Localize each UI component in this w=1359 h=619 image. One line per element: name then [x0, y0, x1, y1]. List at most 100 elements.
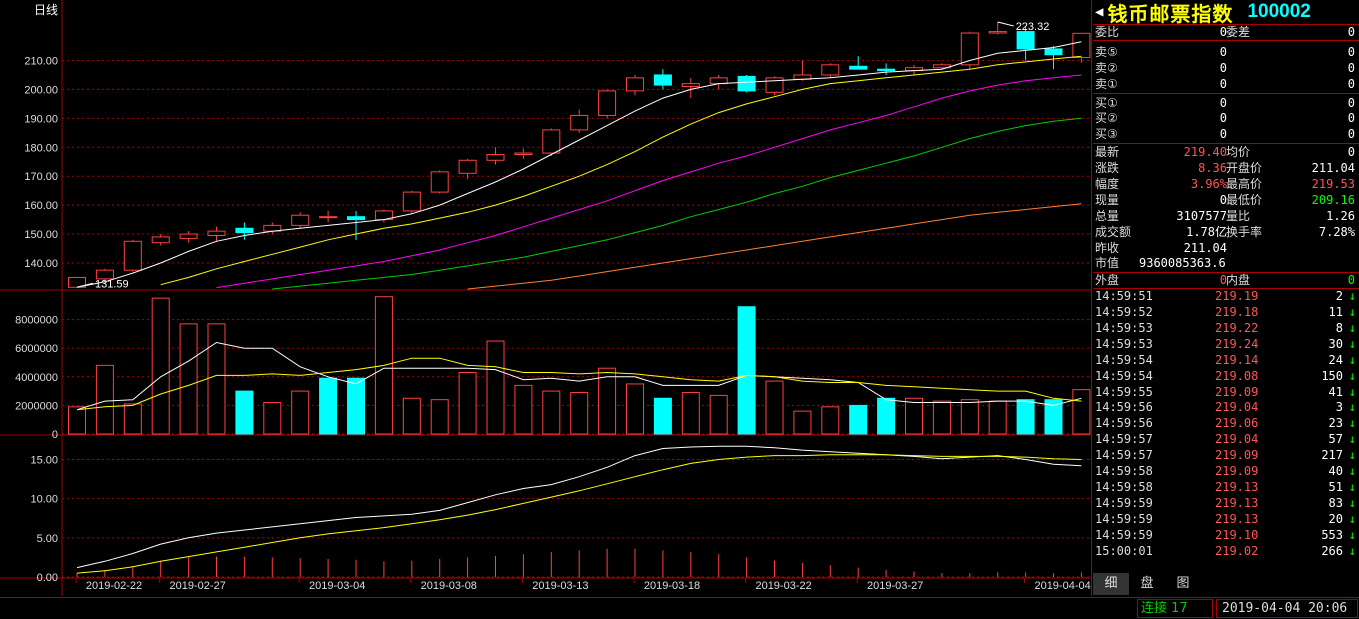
candle[interactable]: [1072, 32, 1091, 63]
volume-bar[interactable]: [849, 404, 868, 435]
volume-bar[interactable]: [653, 397, 672, 435]
volume-bar[interactable]: [430, 399, 449, 435]
volume-bar[interactable]: [709, 394, 728, 435]
ask-label: 卖⑤: [1095, 44, 1118, 59]
quote-row: 最新 219.40 均价 0: [1093, 145, 1359, 161]
tick-price: 219.04: [1215, 400, 1259, 415]
tick-row: 14:59:53 219.24 30 ↓: [1093, 337, 1359, 353]
volume-bar[interactable]: [542, 390, 561, 435]
quote-row: 成交额 1.78亿 换手率 7.28%: [1093, 225, 1359, 241]
index-name: 钱币邮票指数: [1107, 1, 1234, 26]
tick-time: 14:59:54: [1095, 352, 1153, 367]
quote-label: 量比: [1226, 208, 1251, 223]
ma-line: [467, 203, 1082, 290]
tick-volume: 23: [1328, 416, 1343, 431]
volume-bar[interactable]: [765, 380, 784, 435]
volume-bar[interactable]: [1072, 389, 1091, 435]
candle[interactable]: [402, 190, 421, 214]
quote-value: 1.78亿: [1186, 224, 1227, 239]
candle[interactable]: [291, 212, 310, 229]
volume-bar[interactable]: [877, 397, 896, 435]
volume-bar[interactable]: [737, 306, 756, 435]
candle-body: [235, 227, 254, 234]
candle[interactable]: [765, 76, 784, 96]
volume-bar[interactable]: [514, 384, 533, 435]
down-arrow-icon: ↓: [1348, 543, 1356, 558]
quote-row: 现量 0 最低价 209.16: [1093, 193, 1359, 209]
tick-price: 219.09: [1215, 448, 1259, 463]
volume-bar[interactable]: [347, 377, 365, 435]
candle[interactable]: [737, 74, 756, 93]
candle[interactable]: [151, 234, 170, 246]
ask-row: 卖⑤ 0 0: [1093, 45, 1359, 61]
volume-bar[interactable]: [319, 377, 338, 435]
volume-bar[interactable]: [1016, 399, 1035, 435]
volume-bar[interactable]: [960, 399, 979, 435]
ask-volume: 0: [1347, 76, 1355, 91]
candle[interactable]: [430, 170, 449, 194]
tick-price: 219.09: [1215, 384, 1259, 399]
volume-bar[interactable]: [123, 403, 142, 435]
candle[interactable]: [960, 31, 979, 70]
candle[interactable]: [626, 74, 644, 96]
y-tick-label: 5.00: [37, 533, 58, 545]
tick-price: 219.09: [1215, 464, 1259, 479]
volume-bar[interactable]: [626, 383, 644, 435]
volume-bar[interactable]: [151, 297, 170, 435]
tick-volume: 553: [1321, 527, 1343, 542]
volume-bar[interactable]: [932, 400, 951, 435]
candle[interactable]: [319, 210, 338, 223]
tick-time: 14:59:56: [1095, 416, 1153, 431]
collapse-arrow-icon[interactable]: ◀: [1095, 4, 1103, 20]
tick-list[interactable]: 14:59:51 219.19 2 ↓ 14:59:52 219.18 11 ↓ 14:59:5…: [1093, 289, 1359, 559]
tick-time: 14:59:58: [1095, 479, 1153, 494]
candle[interactable]: [709, 74, 728, 90]
candle[interactable]: [179, 231, 198, 243]
volume-bar[interactable]: [235, 390, 254, 435]
candle[interactable]: [877, 63, 896, 75]
volume-bar[interactable]: [291, 390, 310, 435]
volume-bar[interactable]: [95, 364, 114, 435]
volume-bar[interactable]: [793, 410, 812, 435]
volume-bar[interactable]: [486, 340, 505, 435]
volume-bar[interactable]: [263, 402, 282, 435]
tick-volume: 41: [1328, 384, 1343, 399]
volume-bar[interactable]: [402, 397, 421, 435]
candle[interactable]: [598, 89, 617, 119]
volume-bar[interactable]: [207, 323, 226, 435]
candle[interactable]: [207, 226, 226, 242]
candle[interactable]: [1044, 46, 1063, 70]
volume-bar[interactable]: [681, 392, 700, 435]
y-tick-label: 8000000: [15, 315, 58, 327]
volume-bar[interactable]: [179, 323, 198, 435]
diff-value: 0: [1347, 25, 1355, 39]
down-arrow-icon: ↓: [1348, 321, 1356, 336]
volume-bar[interactable]: [458, 372, 477, 435]
tab-detail[interactable]: 细: [1093, 572, 1129, 595]
candle-body: [1072, 32, 1091, 58]
volume-bar[interactable]: [988, 400, 1007, 435]
candle[interactable]: [570, 109, 589, 133]
candle[interactable]: [653, 69, 672, 90]
tab-chart[interactable]: 图: [1165, 573, 1201, 595]
candle[interactable]: [932, 63, 951, 70]
candle[interactable]: [849, 56, 868, 70]
volume-bar[interactable]: [570, 392, 589, 435]
tick-price: 219.18: [1215, 305, 1259, 320]
volume-bar[interactable]: [821, 406, 840, 435]
candle[interactable]: [123, 239, 142, 272]
tab-book[interactable]: 盘: [1129, 573, 1165, 595]
connection-status[interactable]: 连接 17: [1137, 599, 1213, 618]
kline-chart[interactable]: 140.00 150.00 160.00 170.00 180.00 190.00 200.…: [0, 0, 1092, 596]
down-arrow-icon: ↓: [1348, 527, 1356, 542]
tick-row: 14:59:51 219.19 2 ↓: [1093, 289, 1359, 305]
quote-row: 市值 9360085363.6: [1093, 256, 1359, 272]
candle[interactable]: [793, 60, 812, 81]
candle[interactable]: [821, 63, 840, 78]
volume-bar[interactable]: [905, 397, 923, 435]
candle[interactable]: [514, 148, 533, 159]
high-marker-line: [997, 21, 1014, 27]
kline-chart-area[interactable]: 140.00 150.00 160.00 170.00 180.00 190.00 200.…: [0, 0, 1092, 596]
volume-bar[interactable]: [68, 406, 86, 435]
candle[interactable]: [486, 147, 505, 165]
